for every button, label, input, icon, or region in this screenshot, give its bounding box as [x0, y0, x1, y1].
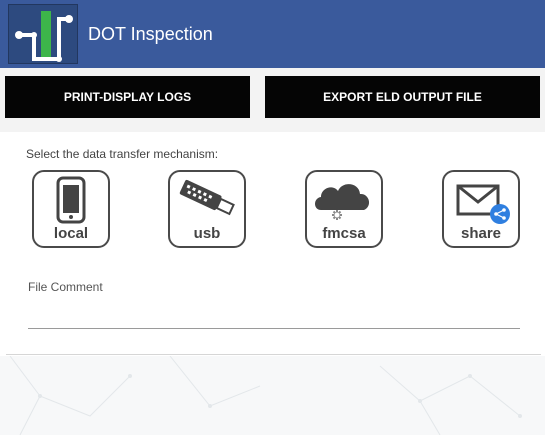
transfer-option-share[interactable]: share [442, 170, 520, 248]
tab-export-eld-output-file[interactable]: EXPORT ELD OUTPUT FILE [265, 76, 540, 118]
app-title: DOT Inspection [88, 24, 213, 44]
transfer-option-fmcsa[interactable]: fmcsa [305, 170, 383, 248]
file-comment-label: File Comment [28, 280, 103, 294]
transfer-option-label: usb [193, 225, 221, 242]
transfer-option-label: local [53, 225, 89, 242]
app-logo-icon [8, 4, 78, 64]
file-comment-input[interactable] [28, 300, 520, 329]
transfer-option-label: share [460, 225, 502, 242]
app-bar: DOT Inspection [0, 0, 545, 68]
transfer-option-label: fmcsa [322, 225, 366, 242]
background-pattern [0, 355, 545, 436]
transfer-prompt: Select the data transfer mechanism: [26, 147, 219, 161]
tab-print-display-logs[interactable]: PRINT-DISPLAY LOGS [5, 76, 250, 118]
transfer-option-usb[interactable]: usb [168, 170, 246, 248]
transfer-option-local[interactable]: local [32, 170, 110, 248]
